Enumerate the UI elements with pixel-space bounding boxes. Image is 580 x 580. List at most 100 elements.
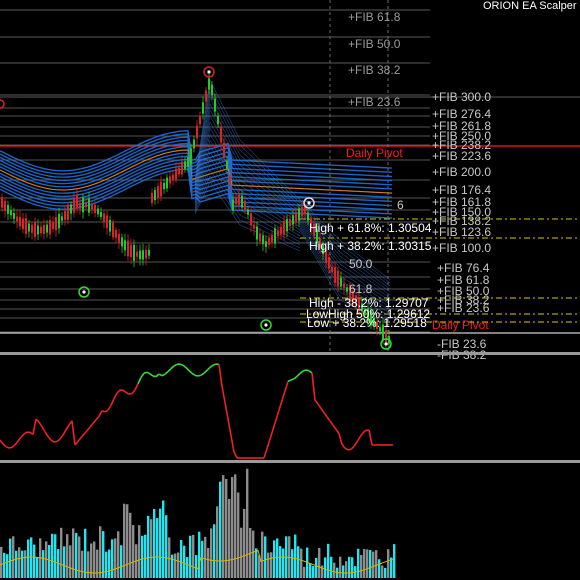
swing-marker-dot [82, 290, 86, 294]
candle-body [229, 175, 231, 185]
histogram-bar [189, 535, 192, 578]
oscillator-segment [32, 418, 37, 435]
histogram-bar [339, 556, 342, 578]
histogram-bar [162, 500, 165, 578]
candle-body [148, 249, 150, 256]
histogram-bar [156, 518, 159, 578]
candle-body [289, 218, 291, 227]
histogram-bar [210, 528, 213, 578]
candle-body [46, 224, 48, 233]
oscillator-segment [350, 445, 355, 450]
candle-body [16, 216, 18, 222]
histogram-bar [78, 536, 81, 578]
histogram-bar [141, 535, 144, 578]
candle-body [151, 192, 153, 204]
candle-body [217, 115, 219, 125]
ma-ribbon [0, 79, 393, 326]
histogram-bar [30, 537, 33, 578]
candle-body [145, 249, 147, 259]
histogram-bar [273, 540, 276, 578]
candle-body [184, 161, 186, 169]
candle-body [127, 240, 129, 257]
oscillator-segment [197, 374, 202, 377]
oscillator-segment [8, 446, 13, 449]
candle-body [283, 220, 285, 235]
oscillator-segment [329, 420, 334, 426]
histogram-bar [21, 550, 24, 578]
candle-body [196, 125, 198, 139]
histogram-bar [159, 508, 162, 578]
oscillator-segment [83, 430, 88, 435]
histogram-bar [357, 548, 360, 578]
candle-body [244, 200, 246, 211]
histogram-bar [348, 556, 351, 578]
volume-histogram-panel[interactable] [0, 468, 396, 578]
histogram-bar [144, 534, 147, 578]
candle-body [37, 225, 39, 235]
histogram-bar [75, 533, 78, 578]
histogram-bar [87, 551, 90, 578]
candle-body [142, 250, 144, 260]
candle-body [100, 211, 102, 217]
candle-body [385, 329, 387, 343]
histogram-bar [381, 565, 384, 578]
histogram-bar [345, 561, 348, 578]
oscillator-segment [344, 447, 349, 451]
candle-body [28, 223, 30, 232]
oscillator-segment [0, 439, 4, 445]
oscillator-panel[interactable] [0, 363, 393, 459]
oscillator-segment [338, 433, 343, 445]
oscillator-segment [290, 378, 295, 381]
histogram-bar [198, 531, 201, 578]
oscillator-segment [173, 363, 178, 367]
candle-body [256, 226, 258, 240]
oscillator-segment [92, 419, 97, 424]
candle-body [13, 212, 15, 219]
candle-body [49, 220, 51, 235]
histogram-bar [384, 567, 387, 578]
oscillator-segment [20, 433, 25, 438]
histogram-bar [195, 555, 198, 578]
histogram-bar [42, 550, 45, 578]
histogram-bar [66, 534, 69, 578]
histogram-bar [120, 545, 123, 578]
candle-body [85, 202, 87, 208]
histogram-bar [171, 554, 174, 578]
candle-body [274, 228, 276, 244]
histogram-bar [243, 508, 246, 578]
candle-body [157, 186, 159, 198]
oscillator-segment [368, 430, 373, 446]
candle-body [235, 198, 237, 205]
histogram-bar [291, 549, 294, 578]
histogram-bar [6, 554, 9, 578]
histogram-bar [132, 525, 135, 578]
histogram-bar [378, 559, 381, 578]
candle-body [163, 182, 165, 190]
oscillator-segment [104, 409, 109, 413]
histogram-bar [324, 557, 327, 578]
histogram-bar [69, 545, 72, 578]
candle-body [277, 230, 279, 237]
candle-body [247, 209, 249, 215]
main-price-panel[interactable]: ORION EA Scalper ( +FIB 61.8 +FIB 50.0 +… [0, 0, 580, 362]
oscillator-segment [41, 426, 46, 433]
candle-body [88, 198, 90, 213]
oscillator-segment [122, 389, 127, 393]
histogram-bar [363, 549, 366, 578]
candle-body [331, 266, 333, 272]
candle-body [220, 127, 222, 143]
candle-body [340, 277, 342, 287]
candle-body [103, 213, 105, 223]
histogram-bar [297, 546, 300, 578]
candle-body [73, 198, 75, 213]
histogram-bar [174, 553, 177, 578]
oscillator-segment [137, 377, 142, 385]
candle-body [40, 226, 42, 234]
fib-label-23: +FIB 23.6 [437, 301, 490, 315]
oscillator-segment [71, 420, 76, 446]
histogram-bar [60, 527, 63, 578]
oscillator-segment [80, 433, 85, 439]
oscillator-segment [86, 426, 91, 432]
trading-chart-canvas[interactable]: ORION EA Scalper ( +FIB 61.8 +FIB 50.0 +… [0, 0, 580, 580]
candle-body [112, 222, 114, 238]
